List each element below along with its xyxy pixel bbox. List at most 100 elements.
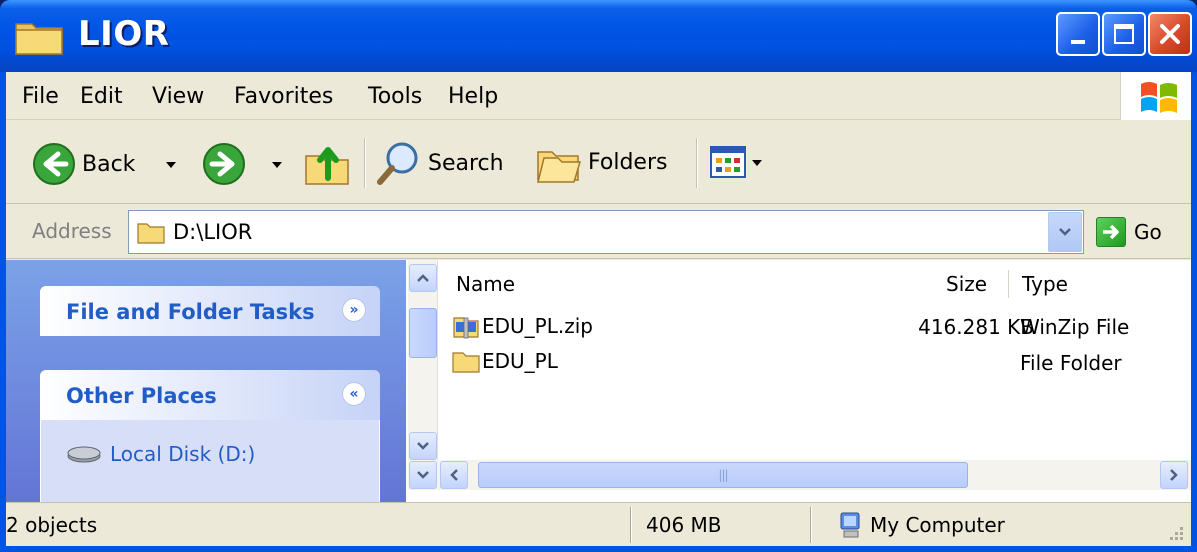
file-list: Name Size Type EDU_PL.zip 416.281 KB Win <box>408 260 1191 502</box>
window-title: LIOR <box>78 14 170 54</box>
address-label: Address <box>32 219 112 243</box>
file-name: EDU_PL.zip <box>482 314 593 338</box>
vertical-scroll-thumb[interactable] <box>409 308 437 358</box>
folder-icon <box>452 352 480 373</box>
maximize-icon <box>1114 24 1134 44</box>
views-dropdown-icon[interactable] <box>752 160 762 166</box>
explorer-window: LIOR File Edit View Favorites Tools Help <box>0 0 1197 552</box>
address-dropdown-button[interactable] <box>1048 212 1082 252</box>
file-folder-tasks-header[interactable]: File and Folder Tasks » <box>40 286 380 336</box>
menu-help[interactable]: Help <box>448 84 498 109</box>
windows-flag-icon <box>1141 82 1177 113</box>
minimize-button[interactable] <box>1056 12 1100 56</box>
folders-button[interactable]: Folders <box>534 140 667 184</box>
local-disk-label: Local Disk (D:) <box>110 442 256 466</box>
file-name-cell: EDU_PL <box>452 348 558 374</box>
back-button[interactable]: Back <box>32 142 135 186</box>
folder-icon <box>137 223 165 244</box>
other-places-header[interactable]: Other Places « <box>40 370 380 420</box>
collapse-icon[interactable]: « <box>342 382 366 406</box>
up-folder-button[interactable] <box>302 138 352 188</box>
menu-edit[interactable]: Edit <box>80 84 123 109</box>
maximize-button[interactable] <box>1102 12 1146 56</box>
file-row[interactable]: EDU_PL.zip 416.281 KB WinZip File <box>452 312 1192 346</box>
go-button[interactable]: Go <box>1096 217 1162 247</box>
file-type: WinZip File <box>1020 315 1130 339</box>
address-bar: Address D:\LIOR Go <box>6 205 1191 259</box>
status-bar: 2 objects 406 MB My Computer <box>6 502 1191 546</box>
other-places-title: Other Places <box>66 384 217 408</box>
back-dropdown-icon[interactable] <box>166 162 176 168</box>
views-button[interactable] <box>710 146 746 178</box>
minimize-icon <box>1071 40 1085 44</box>
search-icon <box>377 142 418 185</box>
drive-icon <box>67 446 101 463</box>
menu-tools[interactable]: Tools <box>368 84 422 109</box>
chevron-up-icon <box>417 274 429 282</box>
vertical-scrollbar[interactable] <box>408 260 438 474</box>
local-disk-link[interactable]: Local Disk (D:) <box>66 442 255 466</box>
chevron-right-icon <box>1170 469 1178 481</box>
zip-file-icon <box>453 317 479 339</box>
chevron-down-icon <box>417 442 429 450</box>
windows-logo <box>1120 72 1191 120</box>
toolbar-separator <box>364 138 366 188</box>
views-icon <box>710 146 746 178</box>
scroll-up-button[interactable] <box>409 264 437 292</box>
expand-icon[interactable]: » <box>342 298 366 322</box>
up-folder-icon <box>305 147 349 185</box>
file-name-cell: EDU_PL.zip <box>452 312 593 340</box>
forward-arrow-icon <box>203 143 245 185</box>
go-label: Go <box>1134 220 1162 244</box>
back-label: Back <box>82 151 136 177</box>
forward-dropdown-icon[interactable] <box>272 162 282 168</box>
window-frame: File Edit View Favorites Tools Help Back… <box>6 72 1191 546</box>
column-header-type[interactable]: Type <box>1022 272 1068 296</box>
title-bar[interactable]: LIOR <box>0 0 1197 72</box>
horizontal-scrollbar[interactable]: ||| <box>438 460 1191 490</box>
resize-grip-icon[interactable] <box>1165 522 1185 542</box>
file-type: File Folder <box>1020 351 1122 375</box>
go-arrow-icon <box>1096 217 1126 247</box>
scroll-down-button[interactable] <box>409 461 437 489</box>
file-row[interactable]: EDU_PL File Folder <box>452 348 1192 382</box>
forward-button[interactable] <box>202 142 246 186</box>
search-button[interactable]: Search <box>376 140 504 186</box>
column-header-size[interactable]: Size <box>946 272 987 296</box>
menu-favorites[interactable]: Favorites <box>234 84 333 109</box>
chevron-left-icon <box>450 469 458 481</box>
folders-label: Folders <box>588 149 668 175</box>
folders-icon <box>537 151 582 183</box>
column-header-name[interactable]: Name <box>456 272 515 296</box>
computer-icon <box>840 512 860 538</box>
scroll-left-button[interactable] <box>440 461 468 489</box>
column-divider[interactable] <box>1008 270 1009 298</box>
toolbar: Back Search Folders <box>6 122 1191 204</box>
chevron-down-icon <box>417 471 429 479</box>
scroll-down-button[interactable] <box>409 432 437 460</box>
chevron-down-icon <box>1059 228 1071 236</box>
status-location: My Computer <box>838 503 1005 547</box>
back-arrow-icon <box>33 143 75 185</box>
address-value: D:\LIOR <box>173 220 253 244</box>
menu-bar: File Edit View Favorites Tools Help <box>6 72 1191 120</box>
file-size: 416.281 KB <box>918 315 1034 339</box>
close-icon <box>1160 24 1180 44</box>
toolbar-separator <box>696 138 698 188</box>
file-name: EDU_PL <box>482 349 558 373</box>
status-divider <box>630 507 632 543</box>
menu-view[interactable]: View <box>152 84 204 109</box>
main-area: File and Folder Tasks » Other Places « L… <box>6 260 1191 502</box>
file-folder-tasks-title: File and Folder Tasks <box>66 300 315 324</box>
folder-icon <box>15 23 63 55</box>
horizontal-scroll-thumb[interactable]: ||| <box>478 462 968 488</box>
address-input[interactable]: D:\LIOR <box>128 210 1084 254</box>
close-button[interactable] <box>1148 12 1192 56</box>
task-pane: File and Folder Tasks » Other Places « L… <box>6 260 406 502</box>
search-label: Search <box>428 150 504 176</box>
status-location-label: My Computer <box>870 513 1005 537</box>
scroll-right-button[interactable] <box>1160 461 1188 489</box>
status-divider <box>810 507 812 543</box>
menu-file[interactable]: File <box>22 84 59 109</box>
status-object-count: 2 objects <box>6 513 98 537</box>
